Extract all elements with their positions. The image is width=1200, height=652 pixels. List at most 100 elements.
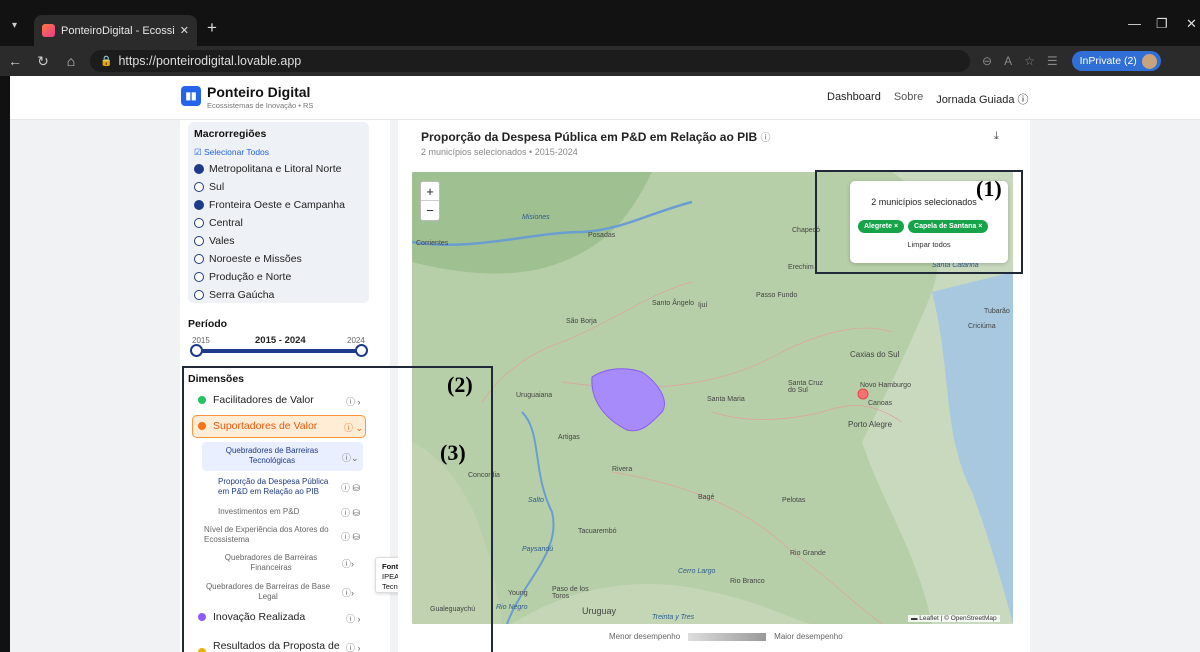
lock-icon: 🔒 [100, 55, 113, 67]
region-label: Central [209, 217, 243, 229]
favorite-star-icon[interactable]: ☆ [1024, 54, 1035, 68]
indicator-title-text: Proporção da Despesa Pública em P&D em R… [421, 130, 758, 144]
indicator-title: Proporção da Despesa Pública em P&D em R… [421, 129, 770, 144]
map-label: Tubarão [984, 308, 1010, 315]
inprivate-label: InPrivate (2) [1079, 55, 1137, 67]
map-label: Bagé [698, 494, 715, 501]
chart-logo-icon[interactable]: ▮▮ [181, 86, 201, 106]
region-item[interactable]: Vales [194, 232, 345, 250]
tab-title: PonteiroDigital - Ecossistemas Reg [61, 24, 174, 37]
map-label: Uruguay [582, 606, 617, 616]
region-item[interactable]: Central [194, 214, 345, 232]
radio-icon[interactable] [194, 218, 204, 228]
map-attribution[interactable]: ▬ Leaflet | © OpenStreetMap [908, 615, 1000, 622]
nav-sobre[interactable]: Sobre [894, 91, 923, 107]
map-label: Criciúma [968, 323, 996, 330]
map-label: Caxias do Sul [850, 350, 900, 359]
annotation-label-2: (2) [447, 372, 473, 397]
map-legend: Menor desempenho Maior desempenho [609, 632, 843, 641]
map-label: Artigas [558, 434, 580, 441]
new-tab-icon[interactable]: + [207, 18, 217, 38]
map-label: Treinta y Tres [652, 614, 695, 621]
restore-icon[interactable]: ❐ [1156, 16, 1168, 32]
map-label: Santa Maria [707, 396, 745, 403]
close-tab-icon[interactable]: ✕ [180, 24, 189, 37]
map-label: Paysandú [522, 546, 554, 553]
annotation-label-3: (3) [440, 440, 466, 465]
macroregions-title: Macrorregiões [194, 128, 267, 140]
legend-high-label: Maior desempenho [774, 632, 843, 641]
close-window-icon[interactable]: ✕ [1186, 16, 1197, 32]
map-label: Porto Alegre [848, 420, 893, 429]
map-label: Salto [528, 497, 544, 504]
radio-icon[interactable] [194, 236, 204, 246]
legend-low-label: Menor desempenho [609, 632, 681, 641]
map-label: Santa Cruz do Sul [788, 380, 824, 394]
region-item[interactable]: Noroeste e Missões [194, 250, 345, 268]
region-item[interactable]: Produção e Norte [194, 268, 345, 286]
brand-subtitle: Ecossistemas de Inovação • RS [207, 101, 314, 110]
region-label: Serra Gaúcha [209, 289, 275, 301]
radio-icon[interactable] [194, 254, 204, 264]
tab-actions-menu-icon[interactable]: ▾ [12, 20, 17, 31]
map-label: Young [508, 590, 528, 597]
map-label: Santo Ângelo [652, 300, 695, 307]
zoom-control: + − [420, 181, 440, 221]
region-label: Noroeste e Missões [209, 253, 302, 265]
radio-checked-icon[interactable] [194, 164, 204, 174]
select-all-link[interactable]: ☑ Selecionar Todos [194, 147, 269, 158]
help-circle-icon: ⓘ [1017, 94, 1029, 106]
download-icon[interactable]: ⤓ [994, 130, 999, 143]
nav-jornada-guiada[interactable]: Jornada Guiada ⓘ [936, 91, 1028, 107]
info-icon[interactable]: ⓘ [760, 133, 770, 144]
region-list: Metropolitana e Litoral Norte Sul Fronte… [194, 160, 345, 304]
map-label: Rio Branco [730, 578, 765, 585]
zoom-out-button[interactable]: − [421, 201, 439, 220]
inprivate-badge[interactable]: InPrivate (2) [1071, 51, 1161, 71]
map-label: Rivera [612, 466, 633, 473]
map-label: Pelotas [782, 497, 806, 504]
map-label: Passo Fundo [756, 292, 798, 299]
radio-icon[interactable] [194, 272, 204, 282]
map-label: Canoas [868, 400, 893, 407]
minimize-icon[interactable]: — [1128, 16, 1141, 31]
radio-checked-icon[interactable] [194, 200, 204, 210]
nav-dashboard[interactable]: Dashboard [827, 91, 881, 107]
reload-icon[interactable]: ↻ [30, 53, 56, 70]
period-title: Período [188, 318, 228, 330]
map-label: Uruguaiana [516, 392, 553, 399]
back-icon[interactable]: ← [2, 53, 28, 69]
map-label: Rio Negro [496, 604, 528, 611]
radio-icon[interactable] [194, 290, 204, 300]
period-slider-track[interactable] [194, 349, 361, 353]
home-icon[interactable]: ⌂ [58, 53, 84, 69]
map-label: Ijuí [698, 302, 708, 309]
brand-title[interactable]: Ponteiro Digital [207, 84, 310, 100]
url-text: https://ponteirodigital.lovable.app [118, 54, 302, 68]
browser-tab[interactable]: PonteiroDigital - Ecossistemas Reg ✕ [34, 15, 197, 46]
period-range-label: 2015 - 2024 [255, 335, 306, 346]
zoom-in-button[interactable]: + [421, 182, 439, 201]
read-aloud-icon[interactable]: A [1004, 54, 1012, 68]
profile-avatar [1141, 53, 1157, 69]
map-label: Erechim [788, 264, 814, 271]
map-label: Posadas [588, 232, 616, 239]
indicator-subtitle: 2 municípios selecionados • 2015-2024 [421, 147, 578, 157]
zoom-icon[interactable]: ⊖ [982, 54, 992, 68]
select-all-label: Selecionar Todos [203, 147, 270, 157]
nav-jornada-label: Jornada Guiada [936, 94, 1015, 106]
region-label: Produção e Norte [209, 271, 292, 283]
region-item[interactable]: Sul [194, 178, 345, 196]
period-slider-start-handle[interactable] [190, 344, 203, 357]
url-field[interactable]: 🔒 https://ponteirodigital.lovable.app [90, 50, 970, 72]
region-item[interactable]: Fronteira Oeste e Campanha [194, 196, 345, 214]
period-slider-end-handle[interactable] [355, 344, 368, 357]
radio-icon[interactable] [194, 182, 204, 192]
region-item[interactable]: Serra Gaúcha [194, 286, 345, 304]
site-favicon-icon [42, 24, 55, 37]
region-item[interactable]: Metropolitana e Litoral Norte [194, 160, 345, 178]
map-label: Misiones [522, 214, 550, 221]
region-label: Metropolitana e Litoral Norte [209, 163, 342, 175]
browser-tab-bar: ▾ PonteiroDigital - Ecossistemas Reg ✕ +… [0, 0, 1200, 46]
favorites-list-icon[interactable]: ☰ [1047, 54, 1058, 68]
